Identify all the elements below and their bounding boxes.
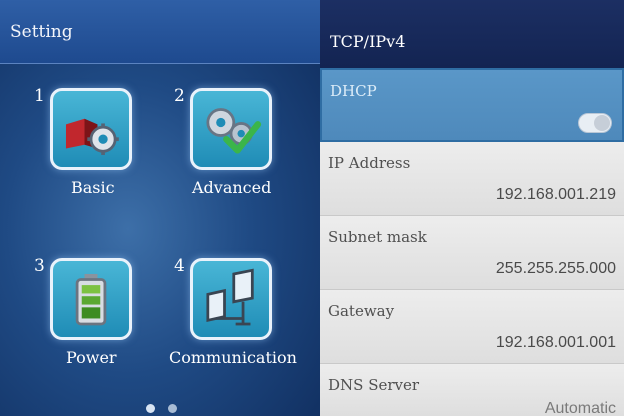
- settings-menu-panel: Setting 1 Basic 2 Advanced 3 Power 4 Com…: [0, 0, 320, 416]
- tcpip-header: TCP/IPv4: [320, 0, 624, 68]
- dhcp-label: DHCP: [330, 82, 377, 100]
- settings-header: Setting: [0, 0, 320, 64]
- dns-server-row[interactable]: DNS Server Automatic: [320, 364, 624, 416]
- gateway-row[interactable]: Gateway 192.168.001.001: [320, 290, 624, 364]
- tcpip-settings-panel: TCP/IPv4 DHCP IP Address 192.168.001.219…: [320, 0, 624, 416]
- gateway-value: 192.168.001.001: [495, 334, 616, 351]
- subnet-mask-label: Subnet mask: [328, 228, 427, 246]
- menu-item-number: 4: [174, 256, 185, 276]
- menu-item-label: Advanced: [192, 178, 272, 197]
- basic-settings-icon: [50, 88, 132, 170]
- dns-server-label: DNS Server: [328, 376, 420, 394]
- toggle-knob: [594, 115, 610, 131]
- menu-item-communication[interactable]: 4 Communication: [169, 256, 314, 386]
- menu-item-number: 1: [34, 86, 45, 106]
- gateway-label: Gateway: [328, 302, 395, 320]
- menu-item-power[interactable]: 3 Power: [34, 256, 174, 386]
- ip-address-label: IP Address: [328, 154, 411, 172]
- ip-address-value: 192.168.001.219: [495, 186, 616, 203]
- subnet-mask-row[interactable]: Subnet mask 255.255.255.000: [320, 216, 624, 290]
- dhcp-toggle[interactable]: [578, 113, 612, 133]
- panel-title: TCP/IPv4: [330, 32, 406, 51]
- battery-icon: [50, 258, 132, 340]
- menu-item-label: Basic: [71, 178, 115, 197]
- page-dot-active[interactable]: [146, 404, 155, 413]
- dhcp-row[interactable]: DHCP: [320, 68, 624, 142]
- page-title: Setting: [10, 22, 73, 42]
- network-icon: [190, 258, 272, 340]
- menu-item-advanced[interactable]: 2 Advanced: [174, 86, 314, 216]
- menu-item-label: Power: [66, 348, 117, 367]
- ip-address-row[interactable]: IP Address 192.168.001.219: [320, 142, 624, 216]
- page-dot[interactable]: [168, 404, 177, 413]
- menu-item-label: Communication: [169, 348, 297, 367]
- menu-item-number: 2: [174, 86, 185, 106]
- subnet-mask-value: 255.255.255.000: [495, 260, 616, 277]
- menu-item-number: 3: [34, 256, 45, 276]
- menu-item-basic[interactable]: 1 Basic: [34, 86, 174, 216]
- advanced-settings-icon: [190, 88, 272, 170]
- dns-server-value: Automatic: [544, 400, 616, 416]
